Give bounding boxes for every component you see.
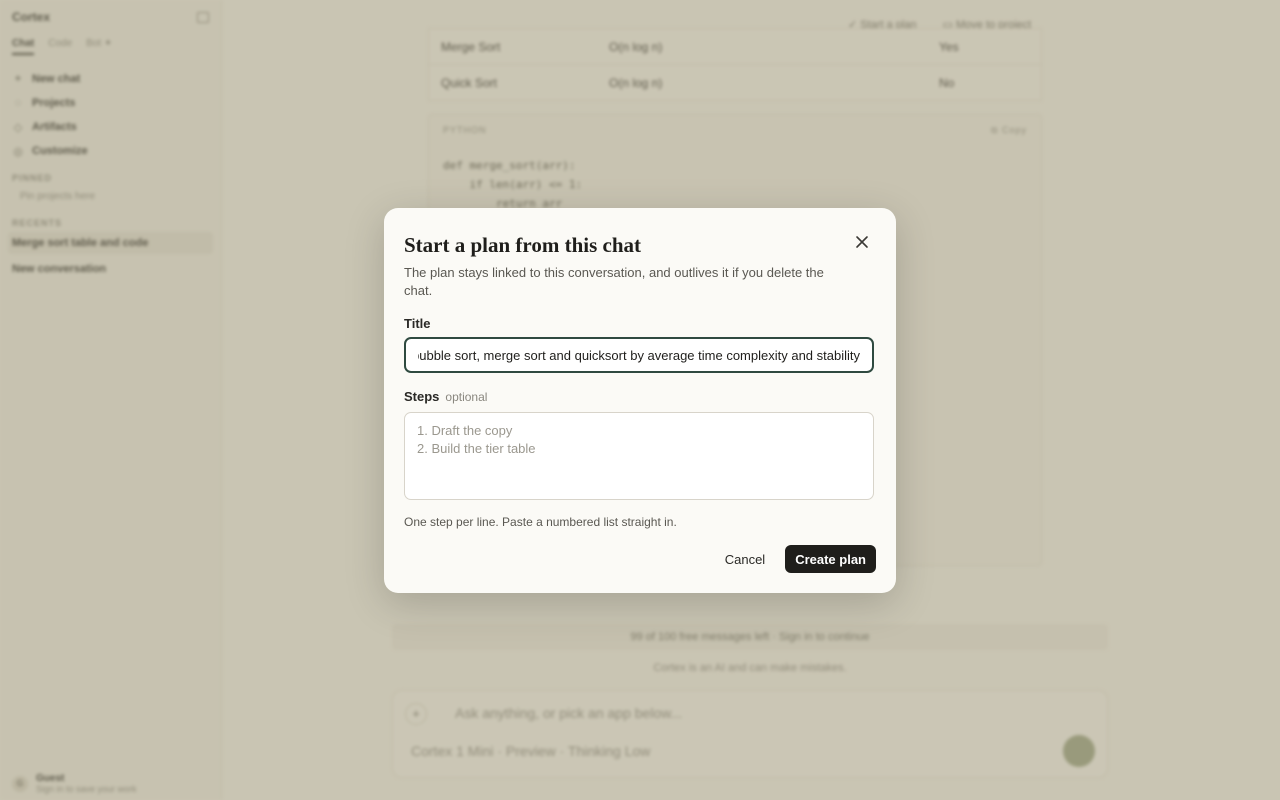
create-plan-button[interactable]: Create plan (785, 545, 876, 573)
start-plan-dialog: Start a plan from this chat The plan sta… (384, 208, 896, 593)
steps-hint: One step per line. Paste a numbered list… (404, 515, 677, 529)
title-label: Title (404, 316, 431, 331)
close-icon[interactable] (854, 234, 870, 250)
dialog-actions: Cancel Create plan (721, 545, 876, 573)
dialog-description: The plan stays linked to this conversati… (404, 265, 824, 298)
dialog-title: Start a plan from this chat (404, 233, 642, 257)
steps-label: Steps optional (404, 389, 488, 404)
plan-title-input[interactable] (404, 337, 874, 373)
plan-steps-input[interactable] (404, 412, 874, 500)
optional-badge: optional (445, 390, 488, 404)
cancel-button[interactable]: Cancel (721, 546, 769, 573)
